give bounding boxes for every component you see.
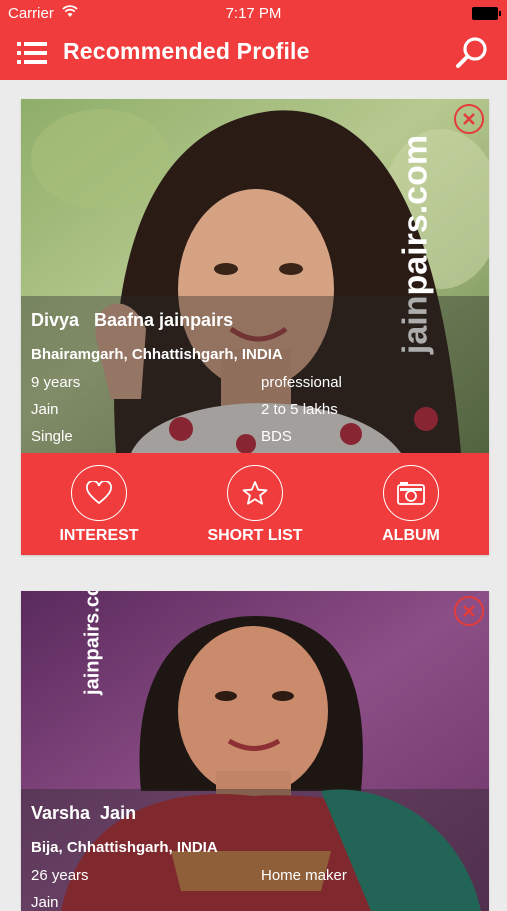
interest-label: INTEREST [59,527,139,544]
menu-icon[interactable] [17,40,47,66]
page-title: Recommended Profile [63,38,310,64]
watermark-text: jainpairs.com [81,591,104,695]
top-nav-bar: Recommended Profile [0,26,507,80]
profile-actions: INTEREST SHORT LIST ALBUM [21,453,489,555]
close-icon[interactable] [454,596,484,626]
album-label: ALBUM [382,527,440,544]
profile-occupation: Home maker [261,867,347,884]
profile-education: BDS [261,428,292,445]
camera-icon [397,482,425,505]
profile-location: Bija, Chhattishgarh, INDIA [31,839,218,856]
profile-religion: Jain [31,894,59,911]
heart-icon [86,481,112,505]
profile-name[interactable]: Divya Baafna jainpairs [31,310,233,331]
profile-occupation: professional [261,374,342,391]
profile-religion: Jain [31,401,59,418]
profile-age: 9 years [31,374,81,391]
profile-location: Bhairamgarh, Chhattishgarh, INDIA [31,346,283,363]
profile-income: 2 to 5 lakhs [261,401,338,418]
short-list-button[interactable]: SHORT LIST [177,453,333,555]
profile-marital-status: Single [31,428,73,445]
interest-button[interactable]: INTEREST [21,453,177,555]
star-icon [242,481,268,505]
profile-info: Divya Baafna jainpairs Bhairamgarh, Chha… [21,296,489,453]
short-list-label: SHORT LIST [207,527,303,544]
profile-age: 26 years [31,867,89,884]
profile-name[interactable]: Varsha Jain [31,803,136,824]
close-icon[interactable] [454,104,484,134]
status-bar: Carrier 7:17 PM [0,0,507,26]
status-time: 7:17 PM [225,5,282,22]
profile-card[interactable]: jainpairs.com Divya Baafna jainpairs Bha… [21,99,489,555]
profile-info: Varsha Jain Bija, Chhattishgarh, INDIA 2… [21,789,489,911]
battery-icon [472,7,501,20]
search-icon[interactable] [455,36,489,70]
album-button[interactable]: ALBUM [333,453,489,555]
profile-card[interactable]: jainpairs.com Varsha Jain Bija, Chhattis… [21,591,489,911]
